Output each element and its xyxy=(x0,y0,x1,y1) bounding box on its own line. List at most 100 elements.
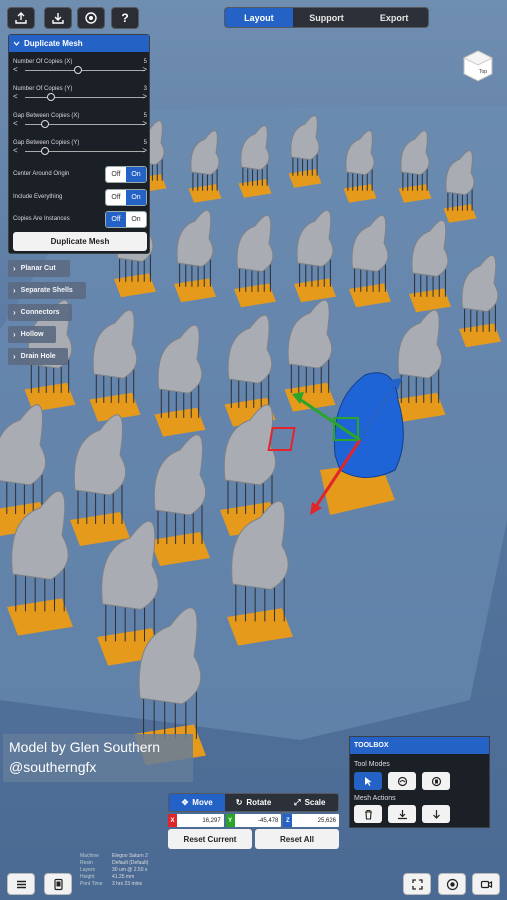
slider-label: Gap Between Copies (Y) xyxy=(13,140,80,146)
duplicate-mesh-button[interactable]: Duplicate Mesh xyxy=(13,232,147,251)
section-label: Planar Cut xyxy=(20,265,56,272)
record-button[interactable] xyxy=(438,873,466,895)
tab-label: Rotate xyxy=(246,798,272,807)
coordinate-fields: X 16,297 Y -45,478 Z 25,626 xyxy=(168,814,340,827)
info-key: Print Time xyxy=(80,881,103,887)
move-icon: ✥ xyxy=(181,798,189,807)
slider-knob[interactable] xyxy=(46,93,55,101)
decrement-icon[interactable]: < xyxy=(13,119,18,128)
tablet-icon xyxy=(53,878,63,890)
duplicate-mesh-title: Duplicate Mesh xyxy=(24,39,83,48)
section-label: Drain Hole xyxy=(20,353,56,360)
slider-label: Number Of Copies (Y) xyxy=(13,86,73,92)
chevron-right-icon: › xyxy=(13,352,16,361)
section-label: Separate Shells xyxy=(20,287,73,294)
menu-button[interactable] xyxy=(7,873,35,895)
info-value: 3 hrs 23 mins xyxy=(112,881,143,887)
drop-to-plate-button[interactable] xyxy=(388,805,416,823)
section-hollow[interactable]: › Hollow xyxy=(8,326,56,343)
reset-current-button[interactable]: Reset Current xyxy=(168,829,252,849)
download-button[interactable] xyxy=(44,7,72,29)
credit-handle: @southerngfx xyxy=(9,759,97,775)
copies-are-instances-toggle[interactable]: Copies Are Instances Off On xyxy=(13,210,151,228)
copies-x-slider[interactable]: Number Of Copies (X) 5 < > xyxy=(13,59,147,76)
section-label: Connectors xyxy=(20,309,60,316)
delete-mesh-button[interactable] xyxy=(354,805,382,823)
toggle-on[interactable]: On xyxy=(126,189,146,205)
select-tool-button[interactable] xyxy=(354,772,382,790)
tab-layout[interactable]: Layout xyxy=(225,8,293,27)
slider-label: Gap Between Copies (X) xyxy=(13,113,80,119)
scale-icon: ⤢ xyxy=(294,797,301,807)
settings-button[interactable] xyxy=(77,7,105,29)
toggle-off[interactable]: Off xyxy=(106,189,126,205)
download-icon xyxy=(397,809,407,819)
section-separate-shells[interactable]: › Separate Shells xyxy=(8,282,86,299)
increment-icon[interactable]: > xyxy=(142,65,147,74)
slider-label: Number Of Copies (X) xyxy=(13,59,73,65)
toolbox-title: TOOLBOX xyxy=(350,737,489,754)
model-credit: Model by Glen Southern @southerngfx xyxy=(3,734,193,782)
z-coordinate-field[interactable]: Z 25,626 xyxy=(283,814,340,827)
view-cube[interactable]: Top xyxy=(462,50,494,82)
info-value: Elegoo Saturn 2 xyxy=(112,853,148,859)
slider-knob[interactable] xyxy=(73,66,82,74)
credit-author: Model by Glen Southern xyxy=(9,739,160,755)
fit-view-button[interactable] xyxy=(403,873,431,895)
gap-y-slider[interactable]: Gap Between Copies (Y) 5 < > xyxy=(13,140,147,157)
target-icon xyxy=(431,776,441,786)
x-coordinate-field[interactable]: X 16,297 xyxy=(168,814,224,827)
toggle-off[interactable]: Off xyxy=(106,166,126,182)
increment-icon[interactable]: > xyxy=(142,92,147,101)
chevron-right-icon: › xyxy=(13,308,16,317)
slider-knob[interactable] xyxy=(41,120,50,128)
decrement-icon[interactable]: < xyxy=(13,146,18,155)
video-button[interactable] xyxy=(472,873,500,895)
settings-icon xyxy=(85,12,97,24)
section-label: Hollow xyxy=(20,331,44,338)
view-cube-label: Top xyxy=(479,69,487,75)
tab-rotate[interactable]: ↻ Rotate xyxy=(225,794,281,811)
download-icon xyxy=(52,13,64,24)
transform-mode-tabs: ✥ Move ↻ Rotate ⤢ Scale xyxy=(168,793,339,812)
upload-button[interactable] xyxy=(7,7,35,29)
trash-icon xyxy=(364,809,372,820)
increment-icon[interactable]: > xyxy=(142,146,147,155)
tab-export[interactable]: Export xyxy=(360,8,428,27)
tab-move[interactable]: ✥ Move xyxy=(169,794,226,811)
coordinate-value: 16,297 xyxy=(202,817,221,824)
section-connectors[interactable]: › Connectors xyxy=(8,304,72,321)
tool-modes-label: Tool Modes xyxy=(354,761,390,768)
center-around-origin-toggle[interactable]: Center Around Origin Off On xyxy=(13,165,151,183)
slider-knob[interactable] xyxy=(41,147,50,155)
toggle-label: Center Around Origin xyxy=(13,171,70,177)
info-key: Height xyxy=(80,874,95,880)
decrement-icon[interactable]: < xyxy=(13,65,18,74)
help-button[interactable]: ? xyxy=(111,7,139,29)
include-everything-toggle[interactable]: Include Everything Off On xyxy=(13,188,151,206)
paint-tool-button[interactable] xyxy=(388,772,416,790)
y-coordinate-field[interactable]: Y -45,478 xyxy=(225,814,282,827)
measure-tool-button[interactable] xyxy=(422,772,450,790)
tab-support[interactable]: Support xyxy=(293,8,361,27)
video-camera-icon xyxy=(480,880,492,888)
section-planar-cut[interactable]: › Planar Cut xyxy=(8,260,70,277)
decrement-icon[interactable]: < xyxy=(13,92,18,101)
reset-all-button[interactable]: Reset All xyxy=(255,829,339,849)
chevron-down-icon xyxy=(13,41,20,46)
toolbox-panel: TOOLBOX Tool Modes Mesh Actions xyxy=(349,736,490,828)
gap-x-slider[interactable]: Gap Between Copies (X) 5 < > xyxy=(13,113,147,130)
toggle-off[interactable]: Off xyxy=(106,211,126,227)
toggle-on[interactable]: On xyxy=(126,211,146,227)
copies-y-slider[interactable]: Number Of Copies (Y) 3 < > xyxy=(13,86,147,103)
device-button[interactable] xyxy=(44,873,72,895)
move-down-button[interactable] xyxy=(422,805,450,823)
duplicate-mesh-header[interactable]: Duplicate Mesh xyxy=(9,35,149,52)
increment-icon[interactable]: > xyxy=(142,119,147,128)
tab-scale[interactable]: ⤢ Scale xyxy=(282,794,338,811)
toggle-on[interactable]: On xyxy=(126,166,146,182)
section-drain-hole[interactable]: › Drain Hole xyxy=(8,348,68,365)
axis-label: X xyxy=(168,814,177,827)
duplicate-mesh-panel: Duplicate Mesh Number Of Copies (X) 5 < > … xyxy=(8,34,150,254)
menu-icon xyxy=(16,880,26,888)
